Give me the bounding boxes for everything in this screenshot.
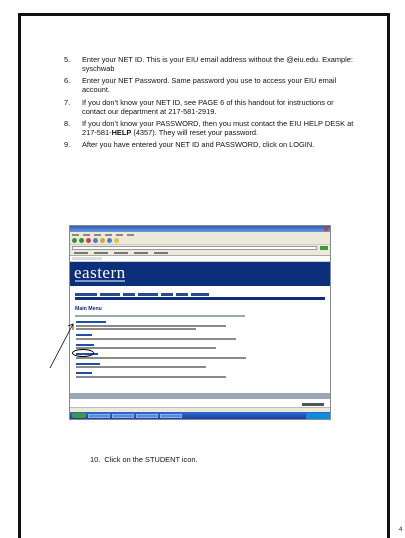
step-number: 7. [64,97,71,107]
step-number: 8. [64,118,71,128]
eastern-banner: eastern [70,262,330,286]
web-page: eastern Main Menu [70,262,330,412]
welcome-text [75,315,245,317]
logo-tagline [75,280,125,282]
step-text: After you have entered your NET ID and P… [82,139,315,149]
step-number: 9. [64,139,71,149]
step-text-after: (4357). They will reset your password. [131,128,259,138]
page-number: 4 [399,527,403,533]
url-field [72,246,317,250]
eastern-logo: eastern [74,263,126,282]
menu-item-personal [76,321,330,330]
taskbar-item [88,413,110,418]
back-icon [72,238,77,243]
help-keyword: HELP [111,128,132,138]
step-number: 6. [64,75,71,85]
step-text: If you don’t know your NET ID, see PAGE … [82,97,334,117]
step-text: Enter your NET Password. Same password y… [82,75,337,95]
step-7: 7. If you don’t know your NET ID, see PA… [64,98,354,117]
go-button [320,246,328,250]
main-menu-title: Main Menu [75,306,102,312]
home-icon [100,238,105,243]
windows-taskbar [70,412,330,419]
taskbar-item [112,413,134,418]
favorites-icon [114,238,119,243]
search-icon [107,238,112,243]
refresh-icon [93,238,98,243]
step-text: If you don’t know your PASSWORD, then yo… [82,119,354,138]
menu-item-employee-2 [76,372,330,378]
taskbar-item [136,413,158,418]
browser-toolbar [70,237,330,245]
step-10: 10. Click on the STUDENT icon. [90,455,198,464]
instruction-list: 5. Enter your NET ID. This is your EIU e… [64,55,354,151]
stop-icon [86,238,91,243]
menu-item-student [76,334,330,340]
nav-underline [75,297,325,300]
forward-icon [79,238,84,243]
start-button [72,413,86,418]
menu-item-employee [76,343,330,349]
menu-item-financial-aid [76,353,330,359]
embedded-browser-screenshot: eastern Main Menu [69,225,331,420]
system-tray [306,412,330,419]
release-bar [70,393,330,399]
step-9: 9. After you have entered your NET ID an… [64,140,354,149]
step-8: 8. If you don’t know your PASSWORD, then… [64,119,354,138]
close-icon [324,227,328,231]
step-text: Enter your NET ID. This is your EIU emai… [82,55,353,74]
step-6: 6. Enter your NET Password. Same passwor… [64,76,354,95]
step-5: 5. Enter your NET ID. This is your EIU e… [64,55,354,74]
window-titlebar [70,226,330,232]
menu-item-account [76,362,330,368]
step-number: 5. [64,55,71,64]
step-number: 10. [90,455,101,464]
taskbar-item [160,413,182,418]
pointer-arrow-icon [49,323,74,369]
step-text: Click on the STUDENT icon. [104,455,198,464]
powered-by-logo [302,403,324,406]
